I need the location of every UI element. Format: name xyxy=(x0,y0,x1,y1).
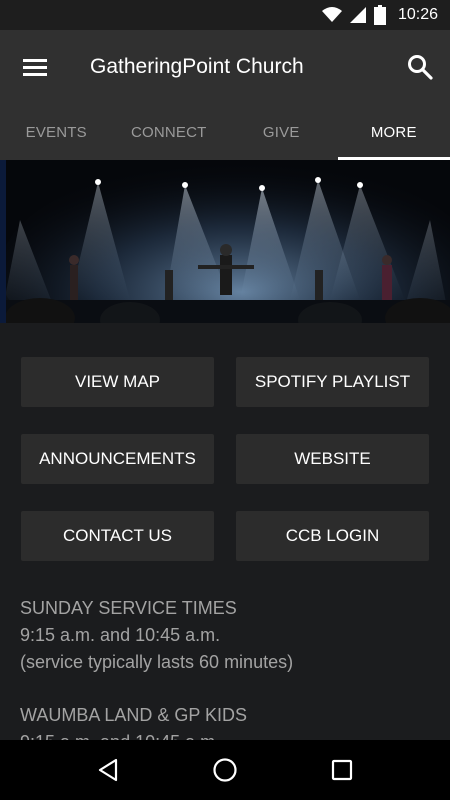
menu-button[interactable] xyxy=(0,30,70,104)
kids-heading: WAUMBA LAND & GP KIDS xyxy=(20,705,248,725)
action-button-grid: VIEW MAP SPOTIFY PLAYLIST ANNOUNCEMENTS … xyxy=(21,357,429,561)
tab-give[interactable]: GIVE xyxy=(225,104,338,160)
concert-stage-image xyxy=(0,160,450,323)
app-title: GatheringPoint Church xyxy=(90,55,304,78)
tab-bar: EVENTS CONNECT GIVE MORE xyxy=(0,104,450,160)
back-icon xyxy=(99,758,118,782)
info-section: SUNDAY SERVICE TIMES 9:15 a.m. and 10:45… xyxy=(20,595,430,740)
ccb-login-button[interactable]: CCB LOGIN xyxy=(236,511,429,561)
service-times-note: (service typically lasts 60 minutes) xyxy=(20,652,294,672)
battery-icon xyxy=(373,5,386,25)
search-button[interactable] xyxy=(390,30,450,104)
search-icon xyxy=(408,55,433,80)
tab-events[interactable]: EVENTS xyxy=(0,104,113,160)
recents-icon xyxy=(331,759,352,781)
recents-button[interactable] xyxy=(312,740,372,800)
service-times-heading: SUNDAY SERVICE TIMES xyxy=(20,598,237,618)
kids-block: WAUMBA LAND & GP KIDS 9:15 a.m. and 10:4… xyxy=(20,702,430,740)
announcements-button[interactable]: ANNOUNCEMENTS xyxy=(21,434,214,484)
service-times-block: SUNDAY SERVICE TIMES 9:15 a.m. and 10:45… xyxy=(20,595,430,676)
view-map-button[interactable]: VIEW MAP xyxy=(21,357,214,407)
cell-signal-icon xyxy=(349,7,366,23)
system-nav-bar xyxy=(0,740,450,800)
status-time: 10:26 xyxy=(397,6,438,23)
back-button[interactable] xyxy=(78,740,138,800)
tab-more[interactable]: MORE xyxy=(337,104,450,160)
contact-us-button[interactable]: CONTACT US xyxy=(21,511,214,561)
status-bar: 10:26 xyxy=(0,0,450,30)
hero-image xyxy=(0,160,450,323)
home-button[interactable] xyxy=(195,740,255,800)
hamburger-menu-icon xyxy=(23,59,47,76)
service-times-value: 9:15 a.m. and 10:45 a.m. xyxy=(20,625,221,645)
website-button[interactable]: WEBSITE xyxy=(236,434,429,484)
kids-times-value: 9:15 a.m. and 10:45 a.m. xyxy=(20,729,430,740)
wifi-icon xyxy=(321,7,342,22)
app-bar: GatheringPoint Church xyxy=(0,30,450,104)
spotify-playlist-button[interactable]: SPOTIFY PLAYLIST xyxy=(236,357,429,407)
tab-connect[interactable]: CONNECT xyxy=(113,104,226,160)
home-icon xyxy=(213,758,237,782)
more-content: VIEW MAP SPOTIFY PLAYLIST ANNOUNCEMENTS … xyxy=(0,323,450,740)
